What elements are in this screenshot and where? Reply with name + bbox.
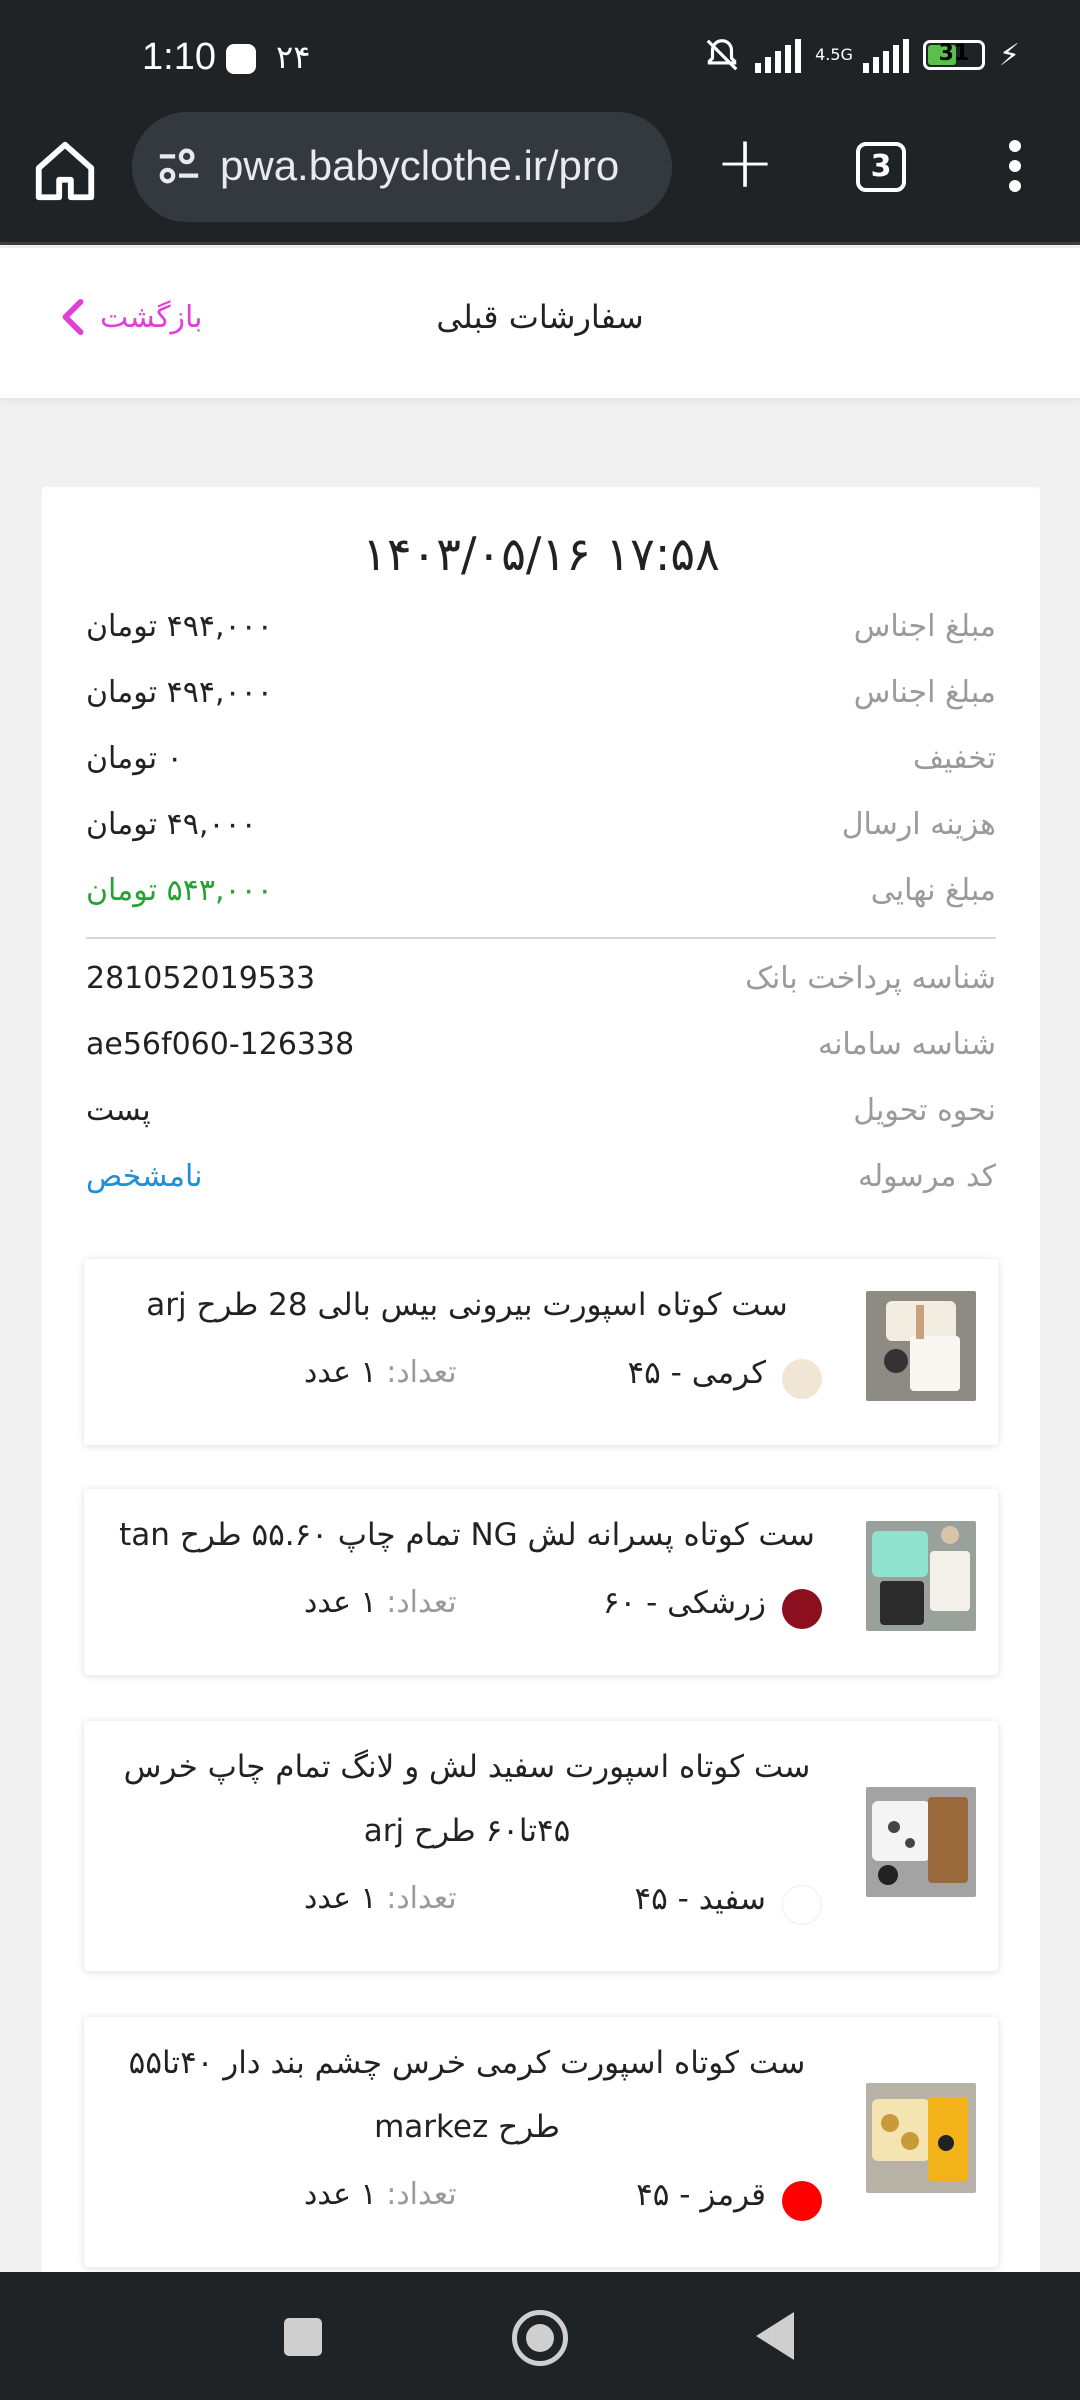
item-color: قرمز — [700, 2177, 766, 2213]
chevron-left-icon — [62, 298, 84, 336]
summary-row: تخفیف ۰ تومان — [86, 741, 996, 791]
row-label: شناسه پرداخت بانک — [745, 961, 996, 996]
qty-label: تعداد: — [386, 1355, 457, 1390]
item-quantity: تعداد: ۱ عدد — [304, 2177, 457, 2212]
item-quantity: تعداد: ۱ عدد — [304, 1355, 457, 1390]
summary-row: نحوه تحویل پست — [86, 1093, 996, 1143]
row-label: هزینه ارسال — [841, 807, 996, 842]
item-name: ست کوتاه پسرانه لش NG تمام چاپ ۵۵.۶۰ طرح… — [119, 1517, 815, 1553]
item-color: زرشکی — [667, 1585, 766, 1621]
product-thumbnail — [866, 1291, 976, 1401]
recents-button[interactable] — [284, 2318, 322, 2356]
back-nav-button[interactable] — [756, 2312, 794, 2360]
qty-label: تعداد: — [386, 2177, 457, 2212]
item-name: ست کوتاه اسپورت سفید لش و لانگ تمام چاپ … — [123, 1749, 811, 1849]
divider — [86, 937, 996, 939]
row-value: ۴۹۴,۰۰۰ تومان — [86, 609, 273, 644]
summary-row: هزینه ارسال ۴۹,۰۰۰ تومان — [86, 807, 996, 857]
final-amount-row: مبلغ نهایی ۵۴۳,۰۰۰ تومان — [86, 873, 996, 923]
row-label: نحوه تحویل — [853, 1093, 996, 1128]
mute-bell-icon — [706, 39, 738, 71]
order-item[interactable]: ست کوتاه اسپورت سفید لش و لانگ تمام چاپ … — [84, 1721, 998, 1971]
home-icon[interactable] — [30, 136, 100, 206]
site-settings-icon[interactable] — [156, 146, 202, 186]
qty-label: تعداد: — [386, 1585, 457, 1620]
item-name: ست کوتاه اسپورت بیرونی بیس بالی 28 طرح a… — [146, 1287, 788, 1323]
color-swatch — [782, 1589, 822, 1629]
item-color: کرمی — [691, 1355, 766, 1391]
item-quantity: تعداد: ۱ عدد — [304, 1585, 457, 1620]
item-variant: کرمی - ۴۵ — [627, 1355, 766, 1391]
tracking-row: کد مرسوله نامشخص — [86, 1159, 996, 1209]
color-swatch — [782, 1885, 822, 1925]
signal-icon — [755, 37, 802, 73]
address-bar[interactable]: pwa.babyclothe.ir/pro — [132, 112, 672, 222]
product-thumbnail — [866, 1521, 976, 1631]
row-value: 281052019533 — [86, 961, 316, 996]
order-datetime: ۱۴۰۳/۰۵/۱۶ ۱۷:۵۸ — [362, 527, 720, 581]
qty-value: ۱ عدد — [304, 1881, 377, 1916]
status-icons: 4.5G 31 ⚡ — [703, 36, 1020, 74]
row-value: ۴۹۴,۰۰۰ تومان — [86, 675, 273, 710]
status-date: ۲۴ — [276, 38, 311, 76]
order-item[interactable]: ست کوتاه پسرانه لش NG تمام چاپ ۵۵.۶۰ طرح… — [84, 1489, 998, 1675]
summary-row: مبلغ اجناس ۴۹۴,۰۰۰ تومان — [86, 609, 996, 659]
battery-icon: 31 — [922, 40, 985, 70]
qty-value: ۱ عدد — [304, 1355, 377, 1390]
color-swatch — [782, 2181, 822, 2221]
qty-label: تعداد: — [386, 1881, 457, 1916]
final-amount-value: ۵۴۳,۰۰۰ تومان — [86, 873, 273, 908]
new-tab-button[interactable]: + — [712, 126, 778, 198]
back-button[interactable]: بازگشت — [60, 298, 202, 336]
product-thumbnail — [866, 1787, 976, 1897]
row-value: ۴۹,۰۰۰ تومان — [86, 807, 257, 842]
row-value: ۰ تومان — [86, 741, 183, 776]
order-card: ۱۴۰۳/۰۵/۱۶ ۱۷:۵۸ مبلغ اجناس ۴۹۴,۰۰۰ توما… — [42, 487, 1040, 2277]
row-label: تخفیف — [913, 741, 996, 776]
row-label: کد مرسوله — [857, 1159, 996, 1194]
item-size: ۶۰ — [602, 1585, 637, 1621]
summary-row: شناسه پرداخت بانک 281052019533 — [86, 961, 996, 1011]
status-bar: 1:10 ۲۴ 4.5G 31 ⚡ — [0, 0, 1080, 110]
home-button[interactable] — [512, 2310, 568, 2366]
order-item[interactable]: ست کوتاه اسپورت کرمی خرس چشم بند دار ۴۰ت… — [84, 2017, 998, 2267]
summary-row: شناسه سامانه ae56f060-126338 — [86, 1027, 996, 1077]
url-text: pwa.babyclothe.ir/pro — [220, 142, 620, 189]
charging-icon: ⚡ — [998, 37, 1020, 73]
item-size: ۴۵ — [627, 1355, 661, 1391]
signal-icon-2 — [862, 37, 909, 73]
item-quantity: تعداد: ۱ عدد — [304, 1881, 457, 1916]
product-thumbnail — [866, 2083, 976, 2193]
item-name: ست کوتاه اسپورت کرمی خرس چشم بند دار ۴۰ت… — [128, 2045, 806, 2145]
qty-value: ۱ عدد — [304, 1585, 377, 1620]
battery-level: 31 — [938, 41, 970, 66]
item-size: ۴۵ — [636, 2177, 670, 2213]
row-label: مبلغ اجناس — [853, 609, 996, 644]
item-color: سفید — [698, 1881, 766, 1917]
item-variant: قرمز - ۴۵ — [636, 2177, 766, 2213]
summary-row: مبلغ اجناس ۴۹۴,۰۰۰ تومان — [86, 675, 996, 725]
system-navigation-bar — [0, 2272, 1080, 2400]
row-value: پست — [86, 1093, 151, 1128]
tab-switcher-button[interactable]: 3 — [856, 142, 906, 192]
clock: 1:10 — [142, 36, 216, 78]
item-variant: سفید - ۴۵ — [634, 1881, 766, 1917]
page-header: سفارشات قبلی بازگشت — [0, 248, 1080, 398]
overflow-menu-icon[interactable] — [998, 140, 1032, 200]
order-item[interactable]: ست کوتاه اسپورت بیرونی بیس بالی 28 طرح a… — [84, 1259, 998, 1445]
qty-value: ۱ عدد — [304, 2177, 377, 2212]
row-label: مبلغ اجناس — [853, 675, 996, 710]
network-type: 4.5G — [815, 45, 853, 64]
color-swatch — [782, 1359, 822, 1399]
item-size: ۴۵ — [634, 1881, 668, 1917]
tracking-code-link[interactable]: نامشخص — [86, 1159, 202, 1194]
row-value: ae56f060-126338 — [86, 1027, 355, 1062]
notification-icon — [226, 44, 256, 74]
row-label: شناسه سامانه — [817, 1027, 996, 1062]
item-variant: زرشکی - ۶۰ — [602, 1585, 766, 1621]
back-label: بازگشت — [100, 299, 203, 335]
row-label: مبلغ نهایی — [870, 873, 996, 908]
browser-toolbar: pwa.babyclothe.ir/pro + 3 — [0, 110, 1080, 245]
